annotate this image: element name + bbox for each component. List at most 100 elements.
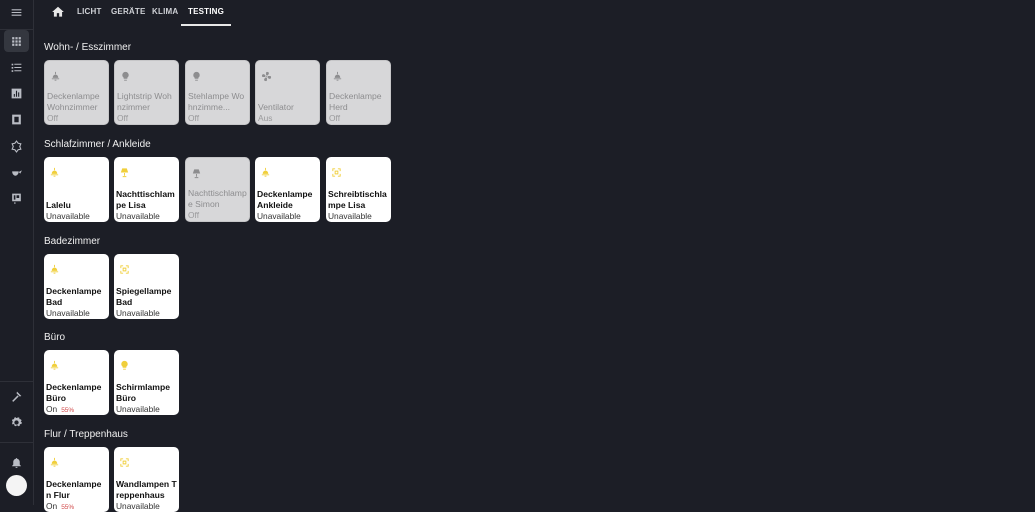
- card-name: Lightstrip Wohnzimmer: [117, 91, 172, 112]
- calendar-icon[interactable]: [4, 187, 29, 209]
- card-name: Lalelu: [46, 199, 71, 210]
- spotlight-icon: [331, 165, 342, 177]
- state-value: Unavailable: [116, 404, 160, 414]
- bell-icon[interactable]: [4, 451, 29, 473]
- section-title: Wohn- / Esszimmer: [44, 42, 132, 53]
- state-value: Unavailable: [46, 211, 90, 221]
- card-name: Nachttischlampe Lisa: [116, 189, 175, 210]
- entity-button-card[interactable]: Nachttischlampe Simon Off: [185, 157, 250, 222]
- entity-button-card[interactable]: Ventilator Aus: [255, 60, 320, 125]
- card-state: Off: [117, 113, 128, 123]
- state-value: Unavailable: [328, 211, 372, 221]
- card-state: Off: [188, 113, 199, 123]
- card-name: Schreibtischlampe Lisa: [328, 189, 387, 210]
- tab-licht[interactable]: LICHT: [77, 0, 102, 24]
- tab-klima[interactable]: KLIMA: [152, 0, 178, 24]
- state-value: Off: [47, 113, 59, 123]
- sidebar-divider: [0, 381, 33, 382]
- list-icon[interactable]: [4, 56, 29, 78]
- tab-testing[interactable]: TESTING: [181, 0, 232, 26]
- entity-button-card[interactable]: Lightstrip Wohnzimmer Off: [114, 60, 179, 125]
- state-value: Unavailable: [116, 211, 160, 221]
- avatar[interactable]: [6, 475, 27, 496]
- state-value: Off: [117, 113, 129, 123]
- tab-geräte[interactable]: GERÄTE: [111, 0, 146, 24]
- state-value: On: [46, 501, 58, 511]
- ceiling-light-icon: [49, 358, 60, 370]
- chart-icon[interactable]: [4, 82, 29, 104]
- section-title: Schlafzimmer / Ankleide: [44, 139, 151, 150]
- entity-button-card[interactable]: Deckenlampe Büro On 55%: [44, 350, 109, 415]
- state-value: Unavailable: [116, 501, 160, 511]
- entity-button-card[interactable]: Deckenlampe Ankleide Unavailable: [255, 157, 320, 222]
- card-state: Unavailable: [116, 404, 160, 414]
- ceiling-light-icon: [332, 69, 343, 81]
- section-title: Flur / Treppenhaus: [44, 429, 128, 440]
- card-name: Deckenlampe n Flur: [46, 479, 102, 500]
- sidebar-divider: [0, 29, 33, 30]
- card-state: Unavailable: [116, 308, 160, 318]
- card-state: Unavailable: [116, 501, 160, 511]
- state-value: Unavailable: [116, 308, 160, 318]
- teapot-icon[interactable]: [4, 161, 29, 183]
- entity-button-card[interactable]: Deckenlampe Wohnzimmer Off: [44, 60, 109, 125]
- top-tab-bar: LICHT GERÄTE KLIMA TESTING: [33, 0, 1035, 26]
- entity-button-card[interactable]: Nachttischlampe Lisa Unavailable: [114, 157, 179, 222]
- home-icon[interactable]: [51, 5, 65, 19]
- entity-button-card[interactable]: Spiegellampe Bad Unavailable: [114, 254, 179, 319]
- bulb-icon: [120, 69, 131, 81]
- card-name: Deckenlampe Wohnzimmer: [47, 91, 100, 112]
- card-state: On 55%: [46, 501, 74, 511]
- entity-button-card[interactable]: Deckenlampe Herd Off: [326, 60, 391, 125]
- sidebar-divider: [0, 442, 33, 443]
- card-state: Unavailable: [257, 211, 301, 221]
- card-name: Deckenlampe Büro: [46, 382, 102, 403]
- card-state: Aus: [258, 113, 272, 123]
- fan-icon: [261, 69, 272, 82]
- spotlight-icon: [119, 262, 130, 274]
- bulb-icon: [119, 358, 130, 370]
- card-name: Deckenlampe Bad: [46, 286, 102, 307]
- cube-icon[interactable]: [4, 108, 29, 130]
- card-state: Off: [47, 113, 58, 123]
- entity-button-card[interactable]: Stehlampe Wohnzimme... Off: [185, 60, 250, 125]
- lamp-icon: [191, 166, 202, 179]
- state-value: Off: [188, 113, 200, 123]
- entity-button-card[interactable]: Wandlampen Treppenhaus Unavailable: [114, 447, 179, 512]
- brightness-value: 55%: [61, 504, 75, 511]
- lamp-icon: [119, 165, 130, 178]
- card-name: Deckenlampe Herd: [329, 91, 382, 112]
- card-state: Unavailable: [46, 211, 90, 221]
- card-name: Deckenlampe Ankleide: [257, 189, 313, 210]
- entity-button-card[interactable]: Schirmlampe Büro Unavailable: [114, 350, 179, 415]
- card-name: Spiegellampe Bad: [116, 286, 172, 307]
- dashboard-grid-icon[interactable]: [4, 30, 29, 52]
- hammer-icon[interactable]: [4, 385, 29, 407]
- entity-button-card[interactable]: Lalelu Unavailable: [44, 157, 109, 222]
- spotlight-icon: [119, 455, 130, 467]
- card-name: Schirmlampe Büro: [116, 382, 170, 403]
- sidebar: [0, 0, 34, 505]
- section-title: Büro: [44, 332, 66, 343]
- card-name: Wandlampen Treppenhaus: [116, 479, 177, 500]
- entity-button-card[interactable]: Deckenlampe n Flur On 55%: [44, 447, 109, 512]
- gear-icon[interactable]: [4, 411, 29, 433]
- ceiling-light-icon: [260, 165, 271, 177]
- card-state: Off: [329, 113, 340, 123]
- menu-icon[interactable]: [4, 1, 29, 23]
- card-state: Off: [188, 210, 199, 220]
- card-name: Nachttischlampe Simon: [188, 188, 247, 209]
- state-value: On: [46, 404, 58, 414]
- state-value: Off: [329, 113, 341, 123]
- ceiling-light-icon: [49, 455, 60, 467]
- card-state: Unavailable: [46, 308, 90, 318]
- ceiling-light-icon: [49, 262, 60, 274]
- entity-button-card[interactable]: Deckenlampe Bad Unavailable: [44, 254, 109, 319]
- puzzle-icon[interactable]: [4, 135, 29, 157]
- card-state: Unavailable: [116, 211, 160, 221]
- state-value: Unavailable: [257, 211, 301, 221]
- state-value: Off: [188, 210, 200, 220]
- card-state: On 55%: [46, 404, 74, 414]
- ceiling-light-icon: [49, 165, 60, 177]
- entity-button-card[interactable]: Schreibtischlampe Lisa Unavailable: [326, 157, 391, 222]
